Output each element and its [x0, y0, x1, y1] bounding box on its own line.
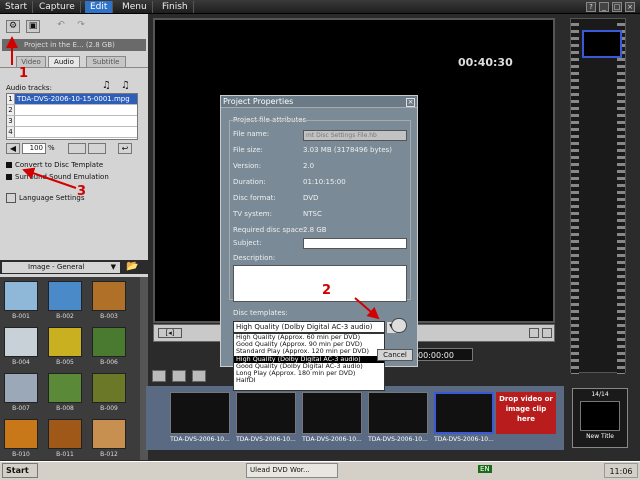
- annotation-arrows: [5, 36, 380, 320]
- taskbar-clock: 11:06: [604, 463, 638, 478]
- start-button[interactable]: Start: [2, 463, 38, 478]
- taskbar-app[interactable]: Ulead DVD Wor...: [246, 463, 338, 478]
- language-indicator[interactable]: EN: [478, 465, 492, 473]
